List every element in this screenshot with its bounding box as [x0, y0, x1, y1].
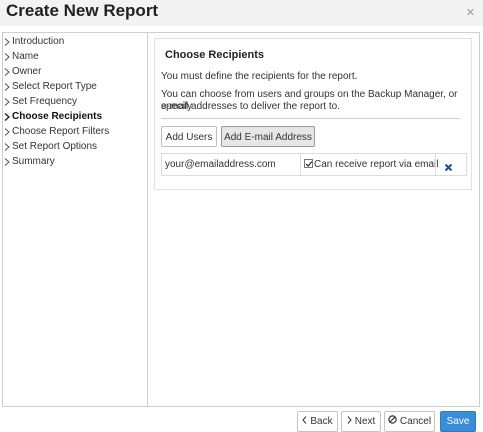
- cancel-button[interactable]: Cancel: [384, 411, 435, 432]
- back-button[interactable]: Back: [297, 411, 338, 432]
- sidebar-item-label: Set Frequency: [12, 96, 78, 107]
- checkmark-icon: [305, 161, 313, 167]
- panel-description: You must define the recipients for the r…: [161, 71, 358, 82]
- sidebar-item-introduction[interactable]: Introduction: [4, 35, 64, 49]
- chevron-right-icon: [4, 50, 10, 61]
- chevron-left-icon: [302, 412, 307, 431]
- recipient-email: your@emailaddress.com: [165, 159, 276, 170]
- sidebar-item-label: Choose Recipients: [12, 111, 103, 122]
- next-button[interactable]: Next: [341, 411, 381, 432]
- chevron-right-icon: [4, 155, 10, 166]
- recipient-row: your@emailaddress.com Can receive report…: [161, 153, 467, 176]
- add-email-address-button[interactable]: Add E-mail Address: [221, 126, 315, 147]
- add-users-button[interactable]: Add Users: [161, 126, 217, 147]
- sidebar-item-summary[interactable]: Summary: [4, 155, 55, 169]
- cell-divider: [300, 154, 301, 175]
- sidebar-item-label: Owner: [12, 66, 42, 77]
- sidebar-item-label: Choose Report Filters: [12, 126, 110, 137]
- chevron-right-icon: [4, 35, 10, 46]
- cancel-circle-icon: [388, 412, 397, 431]
- sidebar-item-name[interactable]: Name: [4, 50, 39, 64]
- chevron-right-icon: [347, 412, 352, 431]
- cell-divider: [435, 154, 436, 175]
- chevron-right-icon: [4, 140, 10, 151]
- save-button[interactable]: Save: [440, 411, 476, 432]
- next-label: Next: [354, 416, 376, 428]
- back-label: Back: [310, 416, 333, 428]
- panel-description-line2: e-mail addresses to deliver the report t…: [161, 101, 340, 112]
- chevron-right-icon: [4, 65, 10, 76]
- remove-recipient-icon[interactable]: [444, 159, 453, 177]
- sidebar-item-label: Set Report Options: [12, 141, 98, 152]
- chevron-right-icon: [4, 95, 10, 106]
- sidebar-item-label: Summary: [12, 156, 55, 167]
- window-header: Create New Report ✕: [0, 0, 483, 26]
- chevron-right-icon: [4, 110, 10, 121]
- sidebar-item-choose-recipients[interactable]: Choose Recipients: [4, 110, 102, 124]
- chevron-right-icon: [4, 80, 10, 91]
- sidebar-item-owner[interactable]: Owner: [4, 65, 41, 79]
- sidebar-item-label: Select Report Type: [12, 81, 97, 92]
- sidebar-item-set-report-options[interactable]: Set Report Options: [4, 140, 97, 154]
- panel-title: Choose Recipients: [165, 49, 265, 61]
- wizard-sidebar: Introduction Name Owner Select Report Ty…: [2, 32, 148, 407]
- close-icon[interactable]: ✕: [466, 6, 475, 19]
- page-title: Create New Report: [6, 1, 159, 20]
- sidebar-item-label: Name: [12, 51, 39, 62]
- sidebar-item-label: Introduction: [12, 36, 65, 47]
- recipients-panel: Choose Recipients You must define the re…: [154, 38, 472, 190]
- can-receive-label: Can receive report via email: [314, 159, 439, 170]
- sidebar-item-set-frequency[interactable]: Set Frequency: [4, 95, 77, 109]
- cancel-label: Cancel: [399, 416, 432, 428]
- sidebar-item-choose-report-filters[interactable]: Choose Report Filters: [4, 125, 109, 139]
- sidebar-item-select-report-type[interactable]: Select Report Type: [4, 80, 97, 94]
- chevron-right-icon: [4, 125, 10, 136]
- divider: [161, 118, 460, 119]
- can-receive-checkbox[interactable]: [304, 159, 313, 168]
